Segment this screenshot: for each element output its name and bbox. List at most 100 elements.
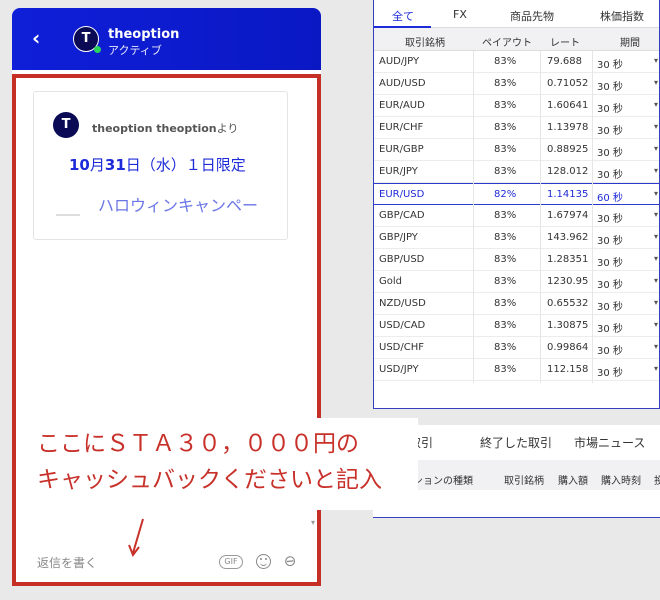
column-divider [592,51,593,383]
period-cell: 30 秒 [597,126,623,137]
period-cell: 30 秒 [597,346,623,357]
reply-input[interactable]: 返信を書く [37,554,97,571]
chevron-down-icon[interactable]: ▾ [654,189,658,198]
chevron-down-icon[interactable]: ▾ [654,122,658,131]
column-divider [473,51,474,383]
annotation-note: ここにＳＴＡ３０，０００円の キャッシュバックくださいと記入 [23,418,418,510]
col-more: 投 [654,476,660,487]
asset-tabs: 全て FX 商品先物 株価指数 [374,0,659,28]
table-row[interactable]: AUD/USD 83% 0.71052 30 秒 ▾ [374,73,659,95]
period-cell: 30 秒 [597,82,623,93]
table-row[interactable]: EUR/GBP 83% 0.88925 30 秒 ▾ [374,139,659,161]
period-cell: 30 秒 [597,302,623,313]
payout-cell: 83% [494,78,517,89]
chat-title: theoption [108,27,180,42]
table-row[interactable]: EUR/AUD 83% 1.60641 30 秒 ▾ [374,95,659,117]
chevron-down-icon[interactable]: ▾ [654,254,658,263]
table-header: 取引銘柄 ペイアウト レート 期間 [374,28,659,51]
chevron-down-icon[interactable]: ▾ [654,320,658,329]
period-cell: 30 秒 [597,214,623,225]
annotation-line-2: キャッシュバックくださいと記入 [37,467,382,493]
payout-cell: 83% [494,210,517,221]
gif-icon[interactable]: GIF [219,555,243,569]
table-row[interactable]: USD/CHF 83% 0.99864 30 秒 ▾ [374,337,659,359]
payout-cell: 82% [494,189,517,200]
period-cell: 30 秒 [597,324,623,335]
table-row[interactable]: GBP/CAD 83% 1.67974 30 秒 ▾ [374,205,659,227]
table-row[interactable]: EUR/CHF 83% 1.13978 30 秒 ▾ [374,117,659,139]
tab-closed-trades[interactable]: 終了した取引 [480,434,552,451]
date-rest: 日（水）１日限定 [125,156,246,174]
message-card: T theoption theoptionより 10月31日（水）１日限定 ハロ… [33,91,288,240]
tab-market-news[interactable]: 市場ニュース [574,434,645,451]
pair-cell: GBP/USD [379,254,425,265]
chevron-down-icon[interactable]: ▾ [654,276,658,285]
sender-avatar: T [53,112,79,138]
table-row[interactable]: GBP/JPY 83% 143.962 30 秒 ▾ [374,227,659,249]
chevron-down-icon[interactable]: ▾ [654,100,658,109]
chevron-down-icon[interactable]: ▾ [654,166,658,175]
attachment-icon[interactable]: ⊘ [280,550,301,572]
pair-cell: USD/CHF [379,342,424,353]
date-month-unit: 月 [89,156,105,174]
pair-cell: GBP/CAD [379,210,425,221]
pair-cell: AUD/JPY [379,56,420,67]
col-pair: 取引銘柄 [405,38,445,49]
chevron-down-icon[interactable]: ▾ [654,364,658,373]
col-period: 期間 [620,38,640,49]
pair-cell: EUR/USD [379,189,425,200]
chat-status: アクティブ [108,44,162,57]
tab-fx[interactable]: FX [453,8,467,21]
rate-cell: 1.67974 [547,210,589,221]
chevron-down-icon[interactable]: ▾ [654,298,658,307]
chevron-down-icon[interactable]: ▾ [654,56,658,65]
table-row[interactable]: Gold 83% 1230.95 30 秒 ▾ [374,271,659,293]
period-cell: 30 秒 [597,104,623,115]
table-row[interactable]: EUR/USD 82% 1.14135 60 秒 ▾ [374,183,659,205]
tab-indices[interactable]: 株価指数 [600,8,644,24]
back-icon[interactable]: ‹ [32,27,50,49]
message-date-line: 10月31日（水）１日限定 [69,154,246,175]
rate-cell: 128.012 [547,166,589,177]
payout-cell: 83% [494,276,517,287]
period-cell: 30 秒 [597,60,623,71]
table-row[interactable]: NZD/USD 83% 0.65532 30 秒 ▾ [374,293,659,315]
pair-cell: NZD/USD [379,298,426,309]
payout-cell: 83% [494,364,517,375]
payout-cell: 83% [494,320,517,331]
tab-all[interactable]: 全て [392,8,414,24]
rate-cell: 1.30875 [547,320,589,331]
pair-cell: EUR/CHF [379,122,424,133]
payout-cell: 83% [494,166,517,177]
pair-cell: EUR/GBP [379,144,424,155]
pair-cell: GBP/JPY [379,232,418,243]
table-row[interactable]: USD/CAD 83% 1.30875 30 秒 ▾ [374,315,659,337]
sender-suffix: より [216,122,239,135]
chevron-down-icon[interactable]: ▾ [654,232,658,241]
rate-cell: 143.962 [547,232,589,243]
chevron-down-icon[interactable]: ▾ [654,342,658,351]
period-cell: 60 秒 [597,193,623,204]
chevron-down-icon[interactable]: ▾ [654,144,658,153]
table-row[interactable]: AUD/JPY 83% 79.688 30 秒 ▾ [374,51,659,73]
chevron-down-icon[interactable]: ▾ [654,78,658,87]
campaign-text: ハロウィンキャンペー [98,196,259,215]
emoji-icon[interactable] [256,554,271,569]
rate-cell: 0.65532 [547,298,589,309]
chevron-down-icon[interactable]: ▾ [654,210,658,219]
table-row[interactable]: USD/JPY 83% 112.158 30 秒 ▾ [374,359,659,381]
payout-cell: 83% [494,254,517,265]
tab-commodities[interactable]: 商品先物 [510,8,554,24]
rate-cell: 112.158 [547,364,589,375]
table-row[interactable]: GBP/USD 83% 1.28351 30 秒 ▾ [374,249,659,271]
payout-cell: 83% [494,232,517,243]
rate-cell: 1.28351 [547,254,589,265]
scroll-down-icon[interactable]: ▾ [311,518,315,527]
pair-cell: EUR/AUD [379,100,425,111]
table-row[interactable]: EUR/JPY 83% 128.012 30 秒 ▾ [374,161,659,183]
period-cell: 30 秒 [597,258,623,269]
asset-rows: AUD/JPY 83% 79.688 30 秒 ▾ AUD/USD 83% 0.71052 30… [374,51,659,381]
column-divider [540,51,541,383]
col-time: 購入時刻 [601,476,641,487]
pair-cell: Gold [379,276,402,287]
